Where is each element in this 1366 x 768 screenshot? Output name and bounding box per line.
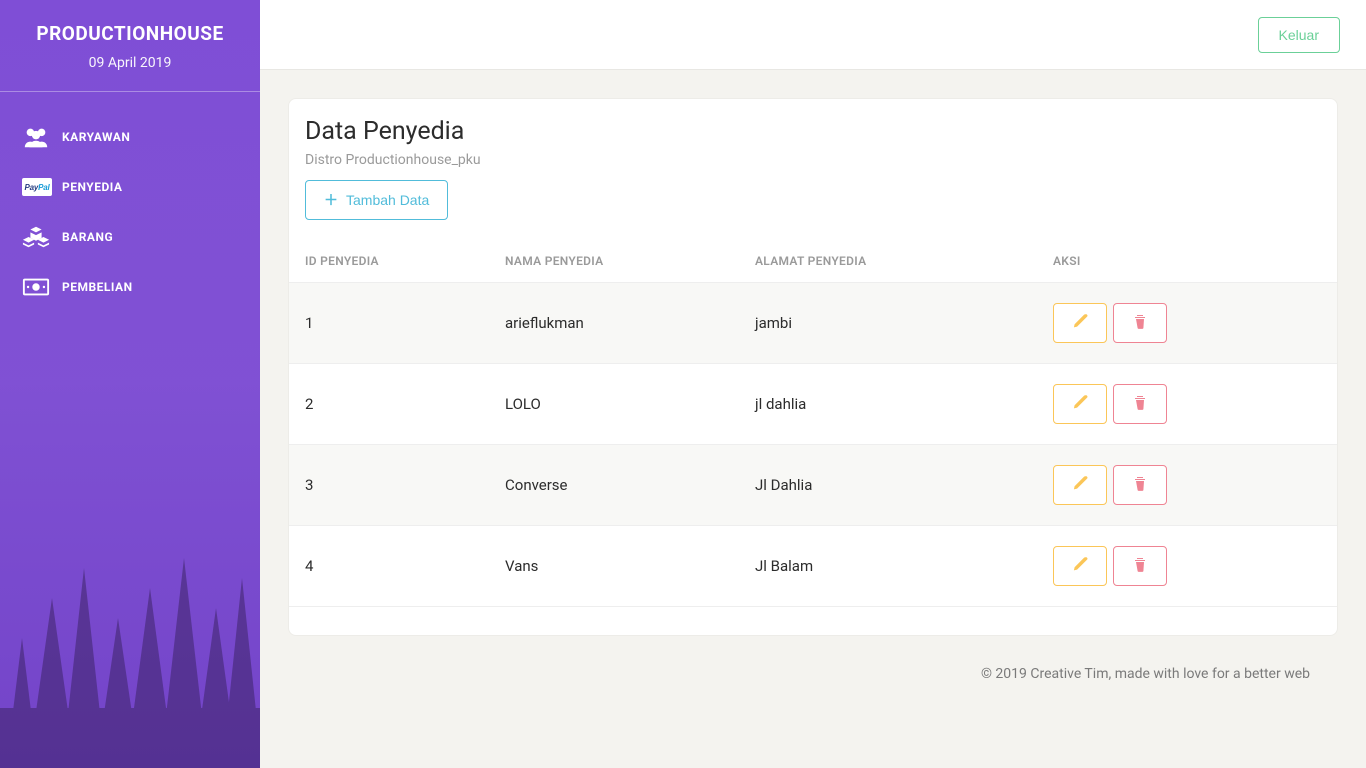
th-alamat: ALAMAT PENYEDIA: [739, 240, 1037, 283]
cell-nama: arieflukman: [489, 283, 739, 364]
sidebar-item-penyedia[interactable]: PayPal PENYEDIA: [0, 162, 260, 212]
cell-alamat: jambi: [739, 283, 1037, 364]
trash-icon: [1132, 476, 1148, 495]
delete-button[interactable]: [1113, 303, 1167, 343]
money-icon: [22, 274, 56, 300]
cell-id: 3: [289, 445, 489, 526]
cell-aksi: [1037, 526, 1337, 607]
paypal-icon: PayPal: [22, 174, 56, 200]
add-data-button[interactable]: ＋ Tambah Data: [305, 180, 448, 220]
table-row: 1arieflukmanjambi: [289, 283, 1337, 364]
th-aksi: AKSI: [1037, 240, 1337, 283]
cell-alamat: Jl Balam: [739, 526, 1037, 607]
th-nama: NAMA PENYEDIA: [489, 240, 739, 283]
delete-button[interactable]: [1113, 384, 1167, 424]
sidebar-header: PRODUCTIONHOUSE 09 April 2019: [0, 0, 260, 91]
brand-title[interactable]: PRODUCTIONHOUSE: [10, 22, 250, 45]
main: Keluar Data Penyedia Distro Productionho…: [260, 0, 1366, 768]
footer-text: © 2019 Creative Tim, made with love for …: [288, 636, 1338, 700]
content: Data Penyedia Distro Productionhouse_pku…: [260, 70, 1366, 768]
cell-aksi: [1037, 445, 1337, 526]
table-row: 2LOLOjl dahlia: [289, 364, 1337, 445]
delete-button[interactable]: [1113, 465, 1167, 505]
pencil-icon: [1072, 557, 1088, 576]
sidebar-separator: [0, 91, 260, 92]
sidebar-item-label: PENYEDIA: [62, 180, 122, 194]
edit-button[interactable]: [1053, 465, 1107, 505]
sidebar-item-karyawan[interactable]: KARYAWAN: [0, 112, 260, 162]
cell-id: 4: [289, 526, 489, 607]
users-icon: [22, 124, 56, 150]
trash-icon: [1132, 395, 1148, 414]
card-body: ID PENYEDIA NAMA PENYEDIA ALAMAT PENYEDI…: [289, 240, 1337, 635]
trash-icon: [1132, 557, 1148, 576]
cell-nama: Vans: [489, 526, 739, 607]
trash-icon: [1132, 314, 1148, 333]
table-body: 1arieflukmanjambi2LOLOjl dahlia3Converse…: [289, 283, 1337, 607]
pencil-icon: [1072, 476, 1088, 495]
sidebar-item-label: BARANG: [62, 230, 113, 244]
edit-button[interactable]: [1053, 384, 1107, 424]
th-id: ID PENYEDIA: [289, 240, 489, 283]
plus-icon: ＋: [324, 190, 338, 210]
topbar: Keluar: [260, 0, 1366, 70]
pencil-icon: [1072, 314, 1088, 333]
sidebar-item-label: KARYAWAN: [62, 130, 130, 144]
sidebar-item-label: PEMBELIAN: [62, 280, 133, 294]
pencil-icon: [1072, 395, 1088, 414]
sidebar-nav: KARYAWAN PayPal PENYEDIA: [0, 106, 260, 318]
edit-button[interactable]: [1053, 546, 1107, 586]
table-header-row: ID PENYEDIA NAMA PENYEDIA ALAMAT PENYEDI…: [289, 240, 1337, 283]
sidebar-item-pembelian[interactable]: PEMBELIAN: [0, 262, 260, 312]
card-header: Data Penyedia Distro Productionhouse_pku…: [289, 99, 1337, 232]
card-subtitle: Distro Productionhouse_pku: [305, 152, 1321, 168]
page-title: Data Penyedia: [305, 117, 1321, 146]
cell-aksi: [1037, 283, 1337, 364]
logout-button[interactable]: Keluar: [1258, 17, 1340, 53]
add-data-label: Tambah Data: [346, 192, 429, 208]
sidebar-item-barang[interactable]: BARANG: [0, 212, 260, 262]
cell-id: 2: [289, 364, 489, 445]
cell-alamat: Jl Dahlia: [739, 445, 1037, 526]
cell-nama: Converse: [489, 445, 739, 526]
sidebar: PRODUCTIONHOUSE 09 April 2019: [0, 0, 260, 768]
cell-alamat: jl dahlia: [739, 364, 1037, 445]
table-row: 4VansJl Balam: [289, 526, 1337, 607]
cell-aksi: [1037, 364, 1337, 445]
cell-id: 1: [289, 283, 489, 364]
edit-button[interactable]: [1053, 303, 1107, 343]
penyedia-table: ID PENYEDIA NAMA PENYEDIA ALAMAT PENYEDI…: [289, 240, 1337, 607]
card-penyedia: Data Penyedia Distro Productionhouse_pku…: [288, 98, 1338, 636]
brand-date: 09 April 2019: [10, 55, 250, 71]
delete-button[interactable]: [1113, 546, 1167, 586]
cell-nama: LOLO: [489, 364, 739, 445]
table-row: 3ConverseJl Dahlia: [289, 445, 1337, 526]
cubes-icon: [22, 224, 56, 250]
